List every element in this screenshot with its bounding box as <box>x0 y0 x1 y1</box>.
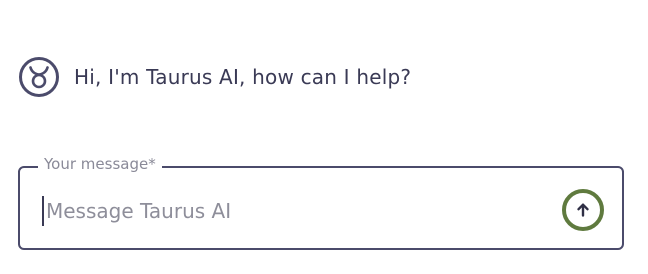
chat-page: Hi, I'm Taurus AI, how can I help? Your … <box>0 0 648 274</box>
message-field[interactable]: Your message* <box>18 155 624 250</box>
greeting-text: Hi, I'm Taurus AI, how can I help? <box>74 65 412 89</box>
arrow-up-icon <box>575 202 591 218</box>
send-button[interactable] <box>562 189 604 231</box>
assistant-greeting: Hi, I'm Taurus AI, how can I help? <box>18 56 411 98</box>
message-input[interactable] <box>42 196 536 226</box>
message-field-label: Your message* <box>38 155 162 173</box>
taurus-sign-icon <box>18 56 60 98</box>
